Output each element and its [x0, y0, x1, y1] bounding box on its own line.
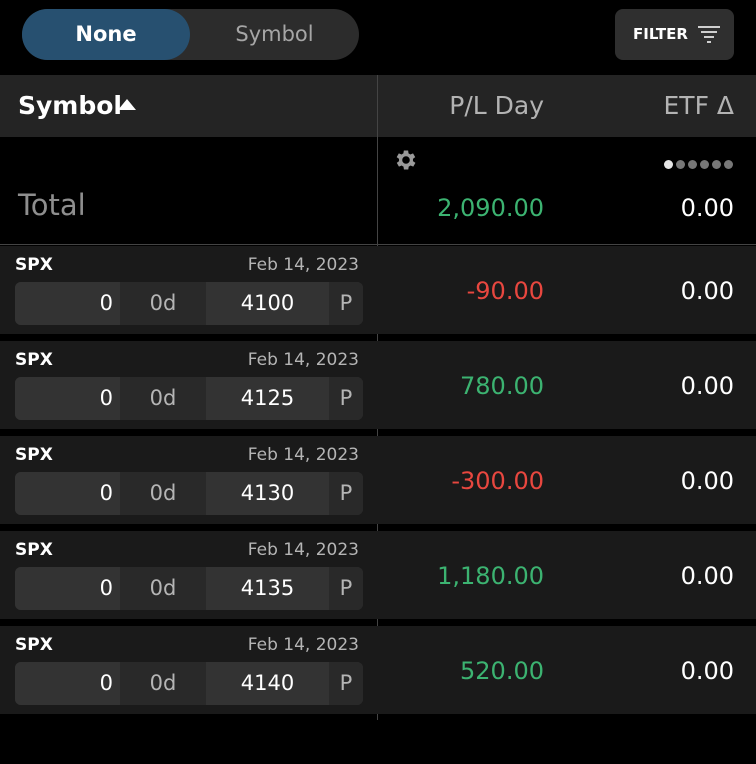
row-pl-day: 520.00 — [460, 657, 544, 685]
option-details: 0 0d 4100 P — [15, 282, 363, 325]
grouping-symbol-button[interactable]: Symbol — [190, 9, 359, 60]
row-symbol: SPX — [15, 445, 53, 465]
option-details: 0 0d 4125 P — [15, 377, 363, 420]
row-quantity: 0 — [15, 662, 120, 705]
page-dot[interactable] — [676, 160, 685, 169]
filter-button[interactable]: FILTER — [615, 9, 734, 60]
table-header: Symbol P/L Day ETF Δ — [0, 75, 756, 137]
table-row[interactable]: SPX Feb 14, 2023 0 0d 4125 P 780.00 0.00 — [0, 341, 756, 429]
table-row[interactable]: SPX Feb 14, 2023 0 0d 4130 P -300.00 0.0… — [0, 436, 756, 524]
option-details: 0 0d 4140 P — [15, 662, 363, 705]
row-strike: 4135 — [206, 567, 329, 610]
row-etf-delta: 0.00 — [680, 562, 734, 590]
row-expiration-date: Feb 14, 2023 — [247, 445, 359, 465]
row-strike: 4140 — [206, 662, 329, 705]
table-row[interactable]: SPX Feb 14, 2023 0 0d 4100 P -90.00 0.00 — [0, 246, 756, 334]
filter-label: FILTER — [633, 25, 688, 43]
row-quantity: 0 — [15, 282, 120, 325]
row-expiration-date: Feb 14, 2023 — [247, 350, 359, 370]
page-dot[interactable] — [724, 160, 733, 169]
row-symbol: SPX — [15, 540, 53, 560]
row-etf-delta: 0.00 — [680, 467, 734, 495]
pl-day-column-header[interactable]: P/L Day — [449, 75, 544, 137]
row-etf-delta: 0.00 — [680, 372, 734, 400]
row-quantity: 0 — [15, 567, 120, 610]
sort-ascending-icon[interactable] — [118, 99, 136, 110]
row-option-type: P — [329, 282, 363, 325]
row-pl-day: 1,180.00 — [437, 562, 544, 590]
symbol-column-header[interactable]: Symbol — [18, 75, 122, 137]
row-days-to-expiry: 0d — [120, 567, 206, 610]
gear-icon[interactable] — [393, 147, 419, 173]
page-dot[interactable] — [712, 160, 721, 169]
option-details: 0 0d 4130 P — [15, 472, 363, 515]
page-dot[interactable] — [700, 160, 709, 169]
total-etf-delta: 0.00 — [680, 194, 734, 222]
option-details: 0 0d 4135 P — [15, 567, 363, 610]
total-divider — [0, 244, 756, 245]
etf-delta-column-header[interactable]: ETF Δ — [664, 75, 735, 137]
table-row[interactable]: SPX Feb 14, 2023 0 0d 4140 P 520.00 0.00 — [0, 626, 756, 714]
row-days-to-expiry: 0d — [120, 377, 206, 420]
row-pl-day: -300.00 — [451, 467, 544, 495]
grouping-none-button[interactable]: None — [22, 9, 190, 60]
row-option-type: P — [329, 377, 363, 420]
row-option-type: P — [329, 472, 363, 515]
row-days-to-expiry: 0d — [120, 282, 206, 325]
grouping-segmented-control: None Symbol — [22, 9, 359, 60]
total-label: Total — [18, 188, 86, 222]
row-strike: 4130 — [206, 472, 329, 515]
row-days-to-expiry: 0d — [120, 662, 206, 705]
row-quantity: 0 — [15, 377, 120, 420]
row-symbol: SPX — [15, 635, 53, 655]
row-expiration-date: Feb 14, 2023 — [247, 635, 359, 655]
row-expiration-date: Feb 14, 2023 — [247, 255, 359, 275]
row-pl-day: 780.00 — [460, 372, 544, 400]
row-etf-delta: 0.00 — [680, 277, 734, 305]
page-dot[interactable] — [688, 160, 697, 169]
row-pl-day: -90.00 — [466, 277, 544, 305]
column-page-indicator[interactable] — [664, 154, 736, 173]
row-quantity: 0 — [15, 472, 120, 515]
row-symbol: SPX — [15, 255, 53, 275]
total-pl-day: 2,090.00 — [437, 194, 544, 222]
row-expiration-date: Feb 14, 2023 — [247, 540, 359, 560]
row-strike: 4125 — [206, 377, 329, 420]
row-symbol: SPX — [15, 350, 53, 370]
row-option-type: P — [329, 567, 363, 610]
page-dot[interactable] — [664, 160, 673, 169]
row-option-type: P — [329, 662, 363, 705]
table-row[interactable]: SPX Feb 14, 2023 0 0d 4135 P 1,180.00 0.… — [0, 531, 756, 619]
row-strike: 4100 — [206, 282, 329, 325]
row-etf-delta: 0.00 — [680, 657, 734, 685]
filter-lines-icon — [698, 26, 720, 43]
row-days-to-expiry: 0d — [120, 472, 206, 515]
